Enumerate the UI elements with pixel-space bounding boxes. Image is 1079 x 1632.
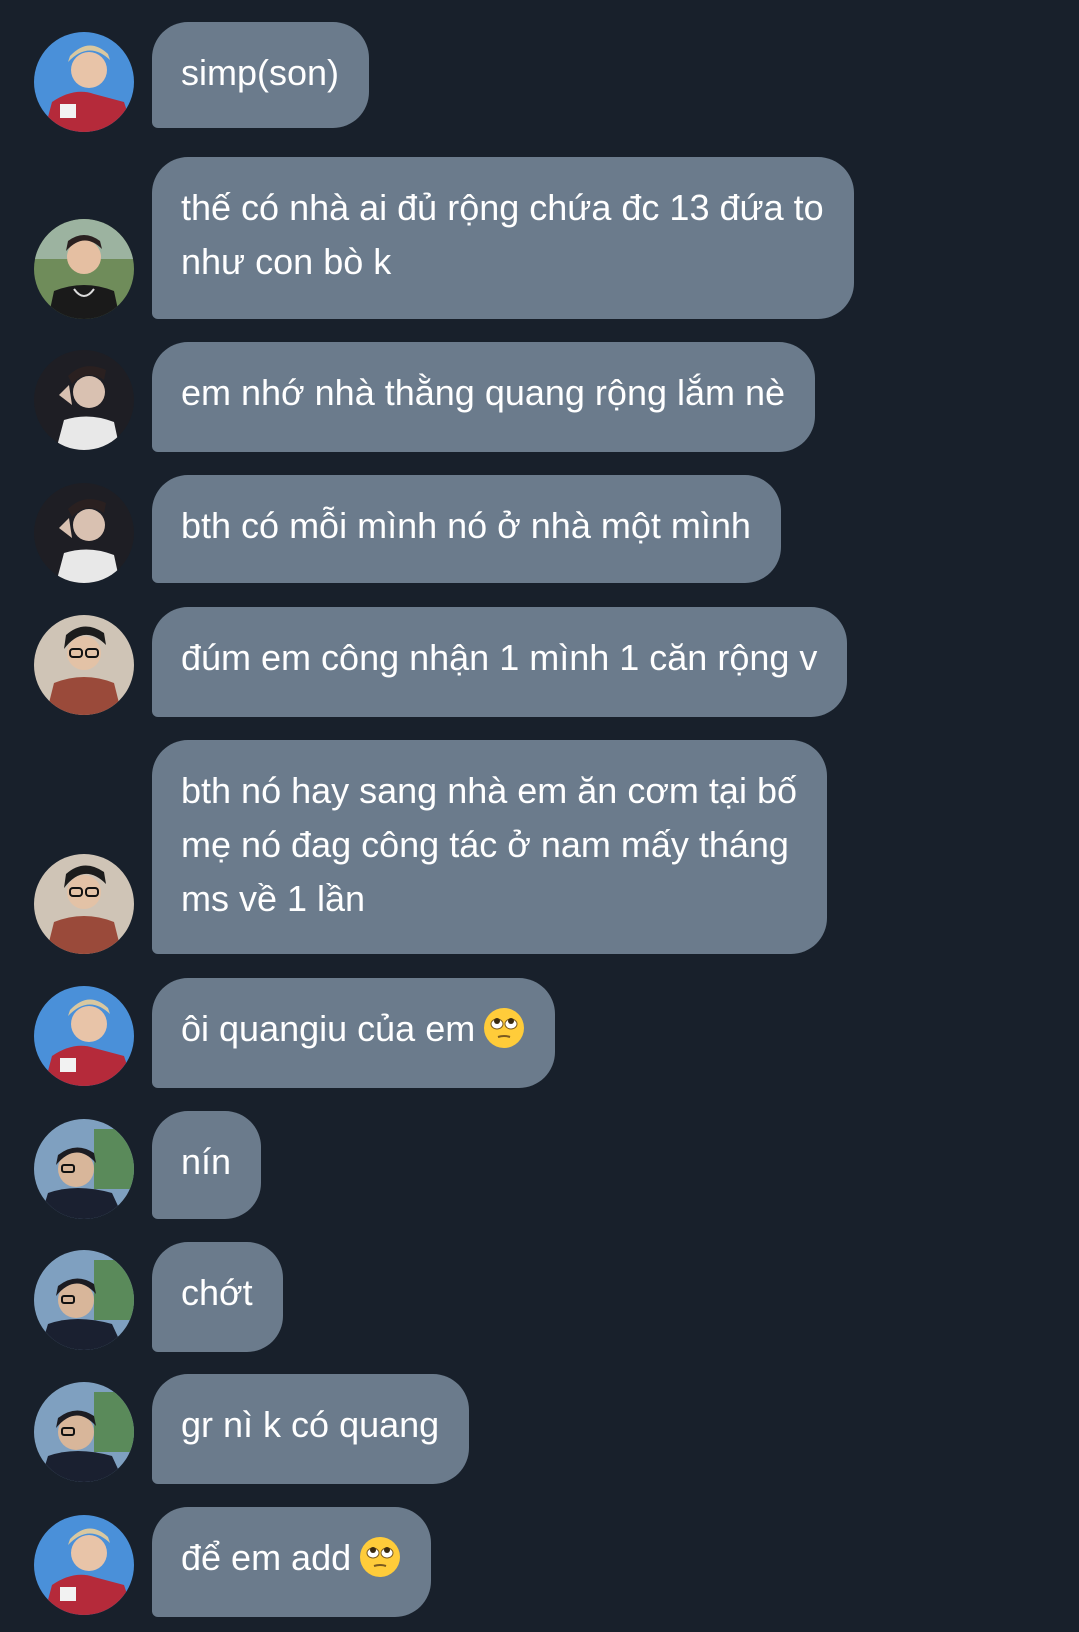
avatar-sender-a[interactable]	[34, 32, 134, 132]
face-with-rolling-eyes-icon	[483, 1007, 525, 1049]
message-text: ôi quangiu của em	[181, 1008, 476, 1049]
message-text-line: như con bò k	[181, 241, 392, 282]
avatar-sender-c[interactable]	[34, 350, 134, 450]
message-text-line: mẹ nó đag công tác ở nam mấy tháng	[181, 824, 789, 865]
message-bubble[interactable]: bth nó hay sang nhà em ăn cơm tại bố mẹ …	[152, 740, 827, 954]
message-text: gr nì k có quang	[181, 1404, 440, 1445]
message-bubble[interactable]: nín	[152, 1111, 262, 1219]
avatar-sender-e[interactable]	[34, 1250, 134, 1350]
avatar-sender-e[interactable]	[34, 1382, 134, 1482]
avatar-sender-a[interactable]	[34, 1515, 134, 1615]
message-bubble[interactable]: đúm em công nhận 1 mình 1 căn rộng v	[152, 607, 848, 717]
message-bubble[interactable]: để em add	[152, 1507, 432, 1617]
avatar-sender-e[interactable]	[34, 1119, 134, 1219]
message-bubble[interactable]: em nhớ nhà thằng quang rộng lắm nè	[152, 342, 816, 452]
face-with-rolling-eyes-icon	[359, 1536, 401, 1578]
message-text: simp(son)	[181, 52, 340, 93]
message-bubble[interactable]: chớt	[152, 1242, 283, 1352]
message-text: để em add	[181, 1537, 352, 1578]
avatar-sender-c[interactable]	[34, 483, 134, 583]
message-text: chớt	[181, 1272, 253, 1313]
avatar-sender-b[interactable]	[34, 219, 134, 319]
message-bubble[interactable]: bth có mỗi mình nó ở nhà một mình	[152, 475, 781, 583]
avatar-sender-d[interactable]	[34, 615, 134, 715]
message-text-line: thế có nhà ai đủ rộng chứa đc 13 đứa to	[181, 187, 824, 228]
message-text-line: bth nó hay sang nhà em ăn cơm tại bố	[181, 770, 797, 811]
message-text-line: ms về 1 lần	[181, 878, 366, 919]
message-text: nín	[181, 1141, 232, 1182]
message-text: đúm em công nhận 1 mình 1 căn rộng v	[181, 637, 818, 678]
message-bubble[interactable]: thế có nhà ai đủ rộng chứa đc 13 đứa to …	[152, 157, 854, 319]
message-bubble[interactable]: ôi quangiu của em	[152, 978, 556, 1088]
message-bubble[interactable]: simp(son)	[152, 22, 370, 128]
message-text: bth có mỗi mình nó ở nhà một mình	[181, 505, 751, 546]
message-text: em nhớ nhà thằng quang rộng lắm nè	[181, 372, 786, 413]
avatar-sender-a[interactable]	[34, 986, 134, 1086]
avatar-sender-d[interactable]	[34, 854, 134, 954]
message-bubble[interactable]: gr nì k có quang	[152, 1374, 470, 1484]
